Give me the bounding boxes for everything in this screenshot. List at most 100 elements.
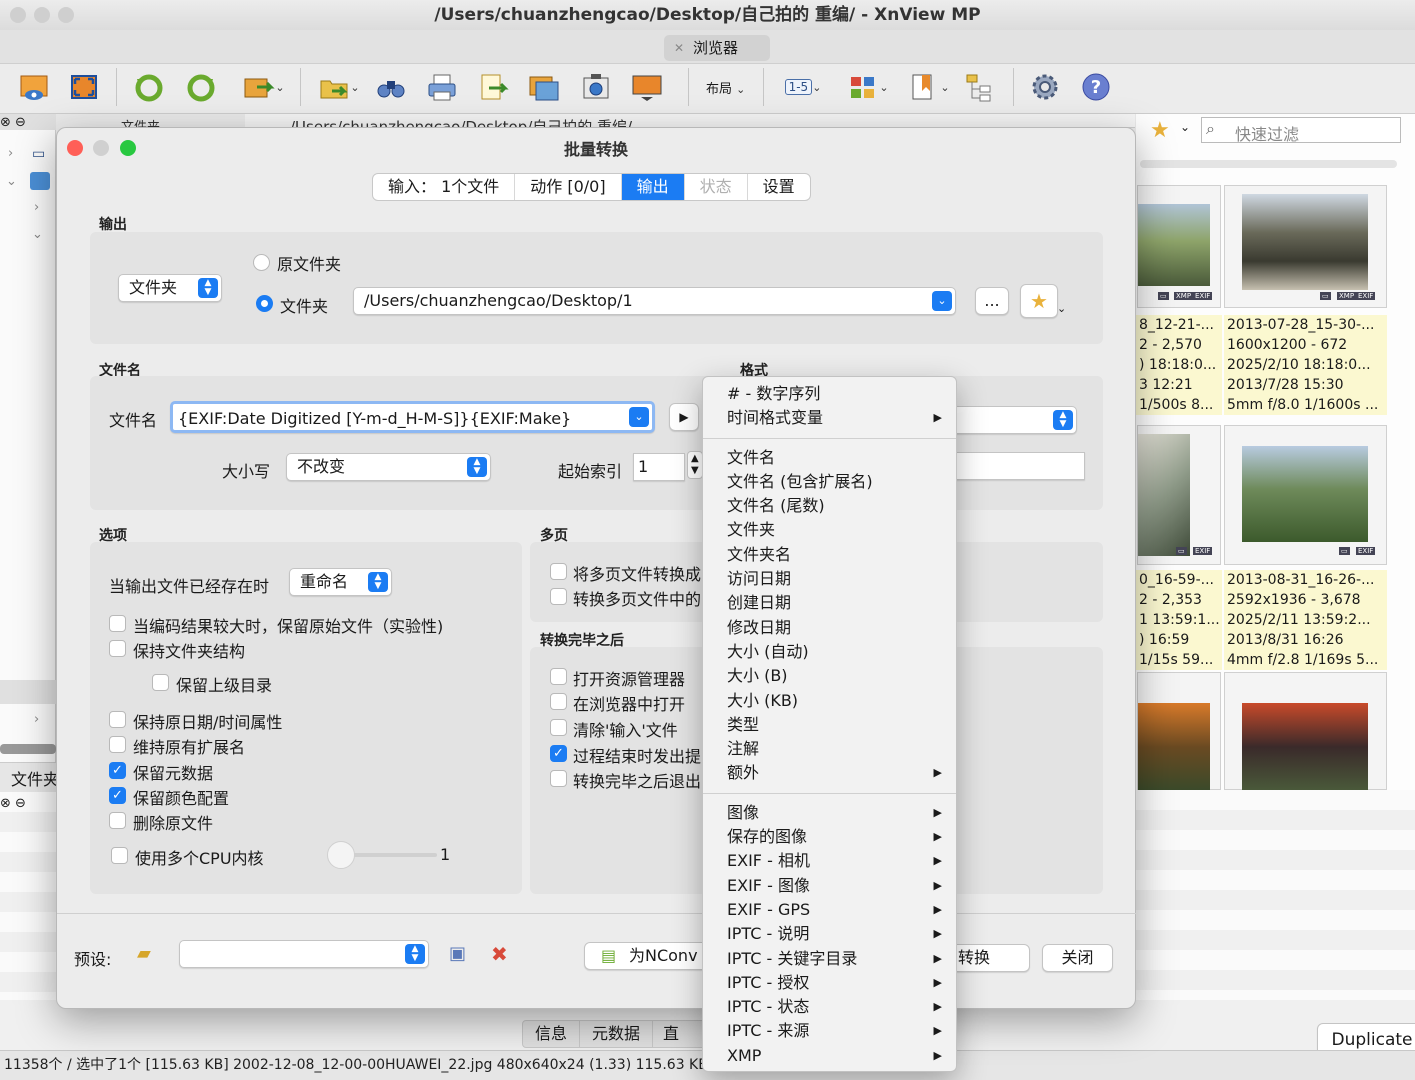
format-options-input[interactable] — [937, 452, 1085, 480]
help-icon[interactable]: ? — [1079, 70, 1113, 104]
menu-item-xmp[interactable]: XMP ▶ — [703, 1044, 956, 1068]
cpu-slider-track[interactable] — [341, 853, 437, 857]
open-folder-icon[interactable]: ⌄ — [315, 70, 363, 104]
keep-color-profile-checkbox[interactable]: ✓ — [109, 787, 126, 804]
fullscreen-icon[interactable] — [67, 70, 101, 104]
layout-menu[interactable]: 布局 ⌄ — [706, 78, 745, 97]
open-browser-checkbox[interactable] — [550, 693, 567, 710]
bookmark-icon[interactable]: ⌄ — [906, 70, 952, 104]
menu-item-filename-tail[interactable]: 文件名 (尾数) — [703, 494, 956, 518]
menu-item-saved-image[interactable]: 保存的图像 ▶ — [703, 825, 956, 849]
window-close-button[interactable] — [10, 7, 26, 23]
menu-item-iptc-status[interactable]: IPTC - 状态 ▶ — [703, 995, 956, 1019]
thumbnail[interactable] — [1224, 425, 1387, 565]
start-index-stepper[interactable]: ▲ ▼ — [687, 451, 703, 479]
clear-input-checkbox[interactable] — [550, 719, 567, 736]
thumbnail[interactable] — [1224, 672, 1387, 791]
menu-item-comment[interactable]: 注解 — [703, 737, 956, 761]
scrollbar[interactable] — [0, 744, 56, 754]
page-range-icon[interactable]: 1-5 ⌄ — [780, 70, 826, 104]
menu-item-type[interactable]: 类型 — [703, 713, 956, 737]
chevron-down-icon[interactable]: ⌄ — [1057, 302, 1066, 315]
quit-after-checkbox[interactable] — [550, 770, 567, 787]
window-zoom-button[interactable] — [58, 7, 74, 23]
start-index-input[interactable]: 1 — [633, 453, 685, 481]
thumbnail[interactable] — [1137, 185, 1221, 308]
menu-item-iptc-keywords[interactable]: IPTC - 关键字目录 ▶ — [703, 947, 956, 971]
format-select[interactable]: ▲ ▼ — [937, 406, 1077, 434]
keep-extension-checkbox[interactable] — [109, 736, 126, 753]
star-icon[interactable]: ★ — [1150, 118, 1170, 143]
menu-item-extra[interactable]: 额外 ▶ — [703, 761, 956, 785]
close-pane-icon[interactable]: ⊗ ⊖ — [0, 115, 26, 130]
chevron-down-icon[interactable]: ⌄ — [32, 227, 43, 242]
menu-item-size-b[interactable]: 大小 (B) — [703, 664, 956, 688]
case-select[interactable]: 不改变 ▲ ▼ — [286, 453, 491, 481]
menu-item-size-auto[interactable]: 大小 (自动) — [703, 640, 956, 664]
delete-original-checkbox[interactable] — [109, 812, 126, 829]
radio-original-folder[interactable] — [253, 254, 270, 271]
print-icon[interactable] — [425, 70, 459, 104]
menu-item-folder-name[interactable]: 文件夹名 — [703, 543, 956, 567]
close-icon[interactable]: ✕ — [674, 35, 684, 61]
open-preset-folder-icon[interactable]: ▰ — [137, 943, 151, 964]
menu-item-iptc-origin[interactable]: IPTC - 来源 ▶ — [703, 1019, 956, 1043]
menu-item-exif-image[interactable]: EXIF - 图像 ▶ — [703, 874, 956, 898]
thumbnail-view-icon[interactable]: ⌄ — [845, 70, 891, 104]
keep-parent-dir-checkbox[interactable] — [152, 674, 169, 691]
nconvert-button[interactable]: ▤ 为NConv — [584, 942, 714, 970]
insert-variable-arrow-button[interactable]: ▶ — [669, 403, 699, 431]
folder-path-input[interactable]: /Users/chuanzhengcao/Desktop/1 ⌄ — [353, 287, 956, 315]
close-button[interactable]: 关闭 — [1042, 944, 1113, 972]
quick-filter-input[interactable]: ⌕ 快速过滤 — [1201, 117, 1401, 144]
menu-item-iptc-credits[interactable]: IPTC - 授权 ▶ — [703, 971, 956, 995]
menu-item-exif-camera[interactable]: EXIF - 相机 ▶ — [703, 849, 956, 873]
chevron-down-icon[interactable]: ⌄ — [1180, 120, 1190, 134]
thumbnail[interactable] — [1137, 672, 1221, 791]
favorite-star-icon[interactable]: ★ — [1020, 284, 1058, 318]
keep-datetime-checkbox[interactable] — [109, 711, 126, 728]
exists-select[interactable]: 重命名 ▲ ▼ — [289, 568, 392, 596]
keep-original-if-larger-checkbox[interactable] — [109, 615, 126, 632]
chevron-right-icon[interactable]: › — [8, 146, 13, 161]
chevron-right-icon[interactable]: › — [34, 712, 39, 727]
capture-icon[interactable] — [579, 70, 613, 104]
thumbnail[interactable] — [1224, 185, 1387, 308]
cpu-slider-knob[interactable] — [327, 841, 355, 869]
tab-input[interactable]: 输入： 1个文件 — [373, 174, 516, 200]
menu-item-iptc-caption[interactable]: IPTC - 说明 ▶ — [703, 922, 956, 946]
radio-folder[interactable] — [256, 295, 273, 312]
rotate-left-icon[interactable] — [132, 70, 166, 104]
keep-metadata-checkbox[interactable]: ✓ — [109, 762, 126, 779]
export-icon[interactable] — [476, 70, 510, 104]
menu-item-number-sequence[interactable]: # - 数字序列 — [703, 382, 956, 406]
menu-item-folder[interactable]: 文件夹 — [703, 518, 956, 542]
settings-gear-icon[interactable] — [1028, 70, 1062, 104]
menu-item-image[interactable]: 图像 ▶ — [703, 801, 956, 825]
view-image-icon[interactable] — [17, 70, 51, 104]
convert-multipage-2-checkbox[interactable] — [550, 588, 567, 605]
open-explorer-checkbox[interactable] — [550, 668, 567, 685]
chevron-down-icon[interactable]: ⌄ — [6, 174, 17, 189]
tab-actions[interactable]: 动作 [0/0] — [515, 174, 622, 200]
filename-pattern-input[interactable]: {EXIF:Date Digitized [Y-m-d_H-M-S]}{EXIF… — [170, 401, 655, 433]
thumbnail[interactable] — [1137, 425, 1221, 565]
wallpaper-icon[interactable] — [630, 70, 664, 104]
browse-button[interactable]: ... — [975, 287, 1009, 315]
delete-preset-icon[interactable]: ✖ — [491, 942, 508, 966]
multi-cpu-checkbox[interactable] — [111, 847, 128, 864]
chevron-down-icon[interactable]: ⌄ — [932, 291, 952, 311]
tab-info[interactable]: 信息 — [523, 1021, 581, 1047]
tree-icon[interactable] — [963, 70, 997, 104]
preset-select[interactable]: ▲ ▼ — [179, 940, 429, 968]
folder-tab[interactable]: 文件夹 — [11, 766, 59, 790]
menu-item-filename-ext[interactable]: 文件名 (包含扩展名) — [703, 470, 956, 494]
close-pane-icon[interactable]: ⊗ ⊖ — [0, 796, 26, 811]
convert-multipage-checkbox[interactable] — [550, 563, 567, 580]
tab-output[interactable]: 输出 — [621, 174, 685, 200]
tab-browser[interactable]: ✕ 浏览器 — [664, 35, 770, 61]
slideshow-icon[interactable] — [527, 70, 561, 104]
chevron-right-icon[interactable]: › — [34, 200, 39, 215]
save-preset-icon[interactable]: ▣ — [449, 943, 466, 964]
thumbnail-size-slider[interactable] — [1140, 160, 1397, 168]
